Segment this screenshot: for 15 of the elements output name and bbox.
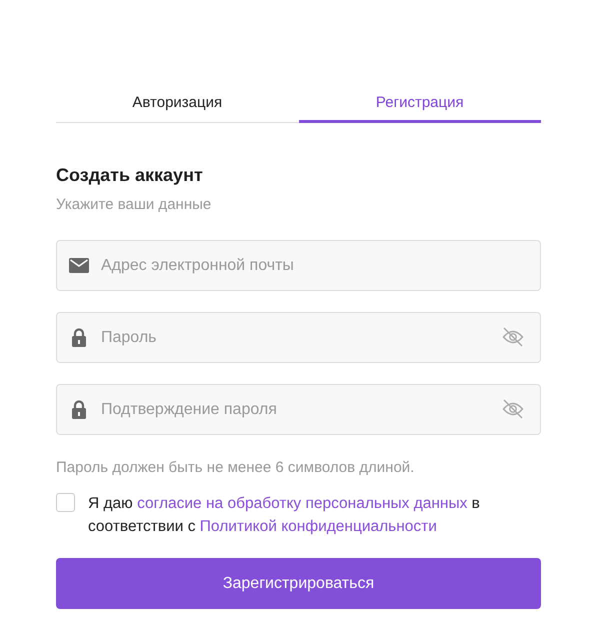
hidden-eye-icon[interactable]	[502, 327, 524, 347]
tab[interactable]: Регистрация	[298, 90, 541, 123]
password-hint: Пароль должен быть не менее 6 символов длиной.	[56, 459, 416, 476]
input-field[interactable]: Адрес электронной почты	[56, 240, 541, 291]
consent-checkbox[interactable]	[56, 493, 75, 512]
consent-link[interactable]: согласие на обработку персональных данных	[137, 495, 468, 512]
form-subheading: Укажите ваши данные	[56, 196, 212, 213]
input-field[interactable]: Пароль	[56, 312, 541, 363]
consent-text: Я даю согласие на обработку персональных данных в соответствии с Политикой конфиденциальности	[88, 494, 481, 537]
tab[interactable]: Авторизация	[56, 90, 298, 123]
hidden-eye-icon[interactable]	[502, 399, 524, 419]
register-button[interactable]: Зарегистрироваться	[56, 558, 541, 609]
consent-link[interactable]: Политикой конфиденциальности	[200, 518, 437, 535]
form-heading: Создать аккаунт	[56, 165, 204, 186]
input-field[interactable]: Подтверждение пароля	[56, 384, 541, 435]
